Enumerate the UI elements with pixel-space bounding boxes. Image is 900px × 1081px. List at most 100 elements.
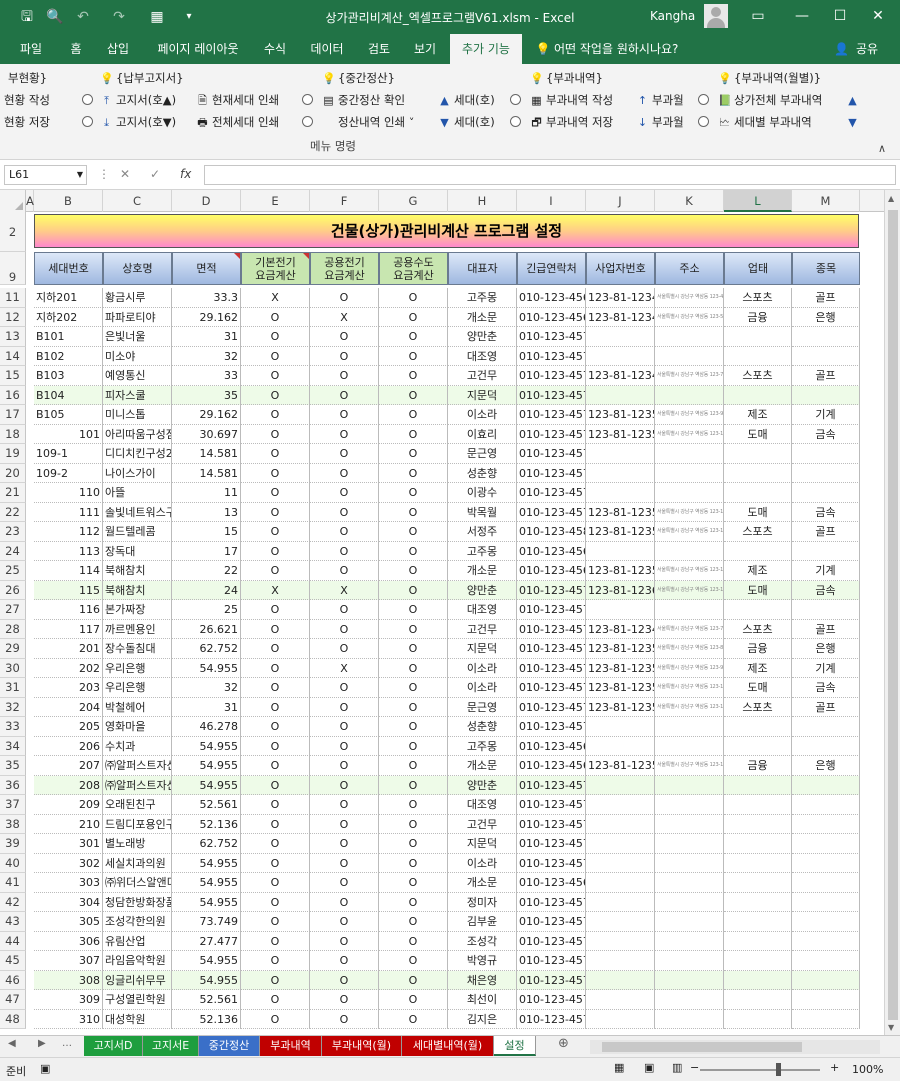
sheet-tab[interactable]: 중간정산 bbox=[199, 1036, 260, 1056]
row-header[interactable]: 12 bbox=[0, 307, 26, 327]
table-cell-e[interactable]: O bbox=[241, 912, 310, 932]
table-cell-b[interactable]: 109-2 bbox=[34, 463, 103, 483]
row-header-2[interactable]: 2 bbox=[0, 212, 26, 252]
table-cell-h[interactable]: 개소문 bbox=[448, 307, 517, 327]
column-header-c[interactable]: C bbox=[103, 190, 172, 212]
table-cell-l[interactable] bbox=[724, 931, 792, 951]
row-header[interactable]: 28 bbox=[0, 619, 26, 639]
table-cell-l[interactable] bbox=[724, 912, 792, 932]
table-cell-b[interactable]: B103 bbox=[34, 366, 103, 386]
table-cell-m[interactable]: 기계 bbox=[792, 561, 860, 581]
zoom-slider[interactable] bbox=[700, 1069, 820, 1071]
table-cell-b[interactable]: 109-1 bbox=[34, 444, 103, 464]
table-cell-c[interactable]: 구성열린학원 bbox=[103, 990, 172, 1010]
table-cell-j[interactable] bbox=[586, 990, 655, 1010]
table-cell-l[interactable] bbox=[724, 873, 792, 893]
table-cell-h[interactable]: 양만춘 bbox=[448, 580, 517, 600]
table-cell-g[interactable]: O bbox=[379, 561, 448, 581]
table-cell-l[interactable] bbox=[724, 951, 792, 971]
table-cell-g[interactable]: O bbox=[379, 951, 448, 971]
table-cell-g[interactable]: O bbox=[379, 873, 448, 893]
table-cell-c[interactable]: 세실치과의원 bbox=[103, 853, 172, 873]
table-cell-j[interactable] bbox=[586, 1009, 655, 1029]
table-cell-h[interactable]: 박영규 bbox=[448, 951, 517, 971]
table-cell-j[interactable]: 123-81-12352 bbox=[586, 424, 655, 444]
table-cell-d[interactable]: 52.136 bbox=[172, 814, 241, 834]
table-cell-g[interactable]: O bbox=[379, 600, 448, 620]
header-cell[interactable]: 세대번호 bbox=[34, 252, 103, 285]
column-header-d[interactable]: D bbox=[172, 190, 241, 212]
table-cell-j[interactable] bbox=[586, 600, 655, 620]
notice-down-button[interactable]: ⤓ 고지서(호▼) bbox=[100, 113, 176, 131]
table-cell-j[interactable] bbox=[586, 463, 655, 483]
row-header[interactable]: 22 bbox=[0, 502, 26, 522]
zoom-level[interactable]: 100% bbox=[852, 1063, 883, 1076]
table-cell-m[interactable] bbox=[792, 775, 860, 795]
tab-prev-icon[interactable]: ◀ bbox=[8, 1038, 16, 1049]
table-cell-k[interactable]: 서울특별시 강남구 역삼동 123-14 bbox=[655, 502, 724, 522]
table-cell-f[interactable]: O bbox=[310, 873, 379, 893]
ribbon-scroll-down[interactable]: ▼ bbox=[846, 113, 862, 131]
table-cell-g[interactable]: O bbox=[379, 834, 448, 854]
tab-view[interactable]: 보기 bbox=[406, 34, 444, 64]
table-cell-l[interactable] bbox=[724, 385, 792, 405]
table-cell-k[interactable] bbox=[655, 814, 724, 834]
tab-data[interactable]: 데이터 bbox=[302, 34, 352, 64]
charges-write-button[interactable]: ▦ 부과내역 작성 bbox=[530, 91, 613, 109]
radio-1[interactable] bbox=[82, 91, 93, 109]
row-header[interactable]: 39 bbox=[0, 834, 26, 854]
row-header[interactable]: 27 bbox=[0, 600, 26, 620]
table-cell-l[interactable]: 도매 bbox=[724, 424, 792, 444]
table-cell-k[interactable] bbox=[655, 444, 724, 464]
table-cell-h[interactable]: 김부윤 bbox=[448, 912, 517, 932]
table-cell-d[interactable]: 62.752 bbox=[172, 834, 241, 854]
row-header[interactable]: 16 bbox=[0, 385, 26, 405]
table-cell-d[interactable]: 54.955 bbox=[172, 951, 241, 971]
table-cell-l[interactable]: 제조 bbox=[724, 405, 792, 425]
table-cell-d[interactable]: 33 bbox=[172, 366, 241, 386]
sheet-tab[interactable]: 부과내역(월) bbox=[322, 1036, 402, 1056]
insert-function-icon[interactable]: fx bbox=[180, 167, 191, 181]
table-cell-d[interactable]: 54.955 bbox=[172, 756, 241, 776]
table-cell-c[interactable]: 잉글리쉬무무 bbox=[103, 970, 172, 990]
table-cell-j[interactable]: 123-81-12357 bbox=[586, 522, 655, 542]
table-cell-m[interactable] bbox=[792, 912, 860, 932]
vertical-scrollbar[interactable]: ▲ ▼ bbox=[884, 190, 900, 1035]
status-save-button[interactable]: 현황 저장 bbox=[4, 113, 50, 131]
table-cell-g[interactable]: O bbox=[379, 756, 448, 776]
radio-7[interactable] bbox=[698, 91, 709, 109]
table-cell-f[interactable]: O bbox=[310, 561, 379, 581]
tab-page-layout[interactable]: 페이지 레이아웃 bbox=[146, 34, 250, 64]
table-cell-j[interactable] bbox=[586, 346, 655, 366]
sheet-title[interactable]: 건물(상가)관리비계산 프로그램 설정 bbox=[34, 214, 859, 248]
table-cell-i[interactable]: 010-123-4575 bbox=[517, 424, 586, 444]
table-cell-m[interactable]: 금속 bbox=[792, 424, 860, 444]
table-cell-k[interactable] bbox=[655, 327, 724, 347]
table-cell-k[interactable] bbox=[655, 795, 724, 815]
table-cell-f[interactable]: O bbox=[310, 892, 379, 912]
table-cell-h[interactable]: 이소라 bbox=[448, 405, 517, 425]
table-cell-i[interactable]: 010-123-4572 bbox=[517, 931, 586, 951]
table-cell-f[interactable]: O bbox=[310, 756, 379, 776]
unit-down-button[interactable]: ▼ 세대(호) bbox=[438, 113, 494, 131]
table-cell-f[interactable]: O bbox=[310, 444, 379, 464]
table-cell-h[interactable]: 조성각 bbox=[448, 931, 517, 951]
table-cell-c[interactable]: ㈜알퍼스트자산 bbox=[103, 775, 172, 795]
table-cell-m[interactable] bbox=[792, 346, 860, 366]
table-cell-k[interactable]: 서울특별시 강남구 역삼동 123-7 bbox=[655, 366, 724, 386]
table-cell-b[interactable]: 206 bbox=[34, 736, 103, 756]
table-cell-b[interactable]: 204 bbox=[34, 697, 103, 717]
table-cell-f[interactable]: O bbox=[310, 736, 379, 756]
table-cell-c[interactable]: 미소야 bbox=[103, 346, 172, 366]
table-cell-j[interactable] bbox=[586, 970, 655, 990]
table-cell-g[interactable]: O bbox=[379, 502, 448, 522]
table-cell-l[interactable]: 금융 bbox=[724, 307, 792, 327]
table-cell-k[interactable]: 서울특별시 강남구 역삼동 123-9 bbox=[655, 658, 724, 678]
table-cell-e[interactable]: O bbox=[241, 853, 310, 873]
table-cell-i[interactable]: 010-123-4568 bbox=[517, 288, 586, 308]
table-cell-c[interactable]: 월드텔레콤 bbox=[103, 522, 172, 542]
table-cell-b[interactable]: 308 bbox=[34, 970, 103, 990]
table-cell-c[interactable]: 우리은행 bbox=[103, 658, 172, 678]
table-cell-c[interactable]: 우리은행 bbox=[103, 678, 172, 698]
column-header-l[interactable]: L bbox=[724, 190, 792, 212]
